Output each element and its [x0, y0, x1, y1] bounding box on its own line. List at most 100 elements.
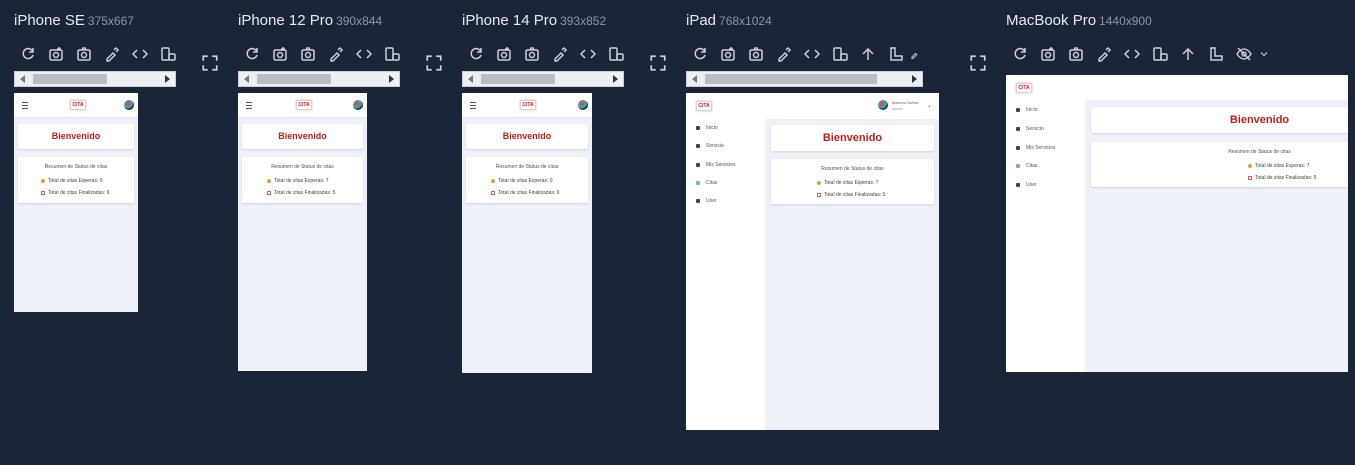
sidebar: CITA Inicio Servicio Mis Servicios Citas…: [1006, 75, 1085, 372]
horizontal-scrollbar[interactable]: [14, 71, 176, 87]
code-icon[interactable]: [574, 44, 602, 64]
arrow-up-icon[interactable]: [1174, 44, 1202, 64]
scroll-thumb[interactable]: [705, 74, 877, 84]
clock-icon: [817, 181, 821, 185]
avatar[interactable]: [124, 100, 134, 110]
scroll-thumb[interactable]: [257, 74, 331, 84]
menu-icon[interactable]: [246, 102, 252, 109]
welcome-card: Bienvenido: [466, 124, 588, 149]
scroll-right-icon[interactable]: [389, 75, 394, 83]
sidebar-item-user[interactable]: User: [1016, 182, 1037, 188]
device-title: MacBook Pro 1440x900: [1006, 12, 1152, 30]
sidebar-item-mis-servicios[interactable]: Mis Servicios: [696, 162, 735, 168]
chevron-down-icon[interactable]: ⌄: [927, 102, 932, 109]
fullscreen-icon[interactable]: [201, 54, 219, 72]
fullscreen-icon[interactable]: [425, 54, 443, 72]
horizontal-scrollbar[interactable]: [238, 71, 400, 87]
ruler-icon[interactable]: [1202, 44, 1230, 64]
sidebar-item-mis-servicios[interactable]: Mis Servicios: [1016, 145, 1055, 151]
scroll-right-icon[interactable]: [613, 75, 618, 83]
clock-icon: [491, 179, 495, 183]
eye-off-icon[interactable]: [1230, 44, 1258, 64]
reload-icon[interactable]: [686, 44, 714, 64]
fullscreen-icon[interactable]: [649, 54, 667, 72]
device-resolution: 390x844: [336, 14, 383, 28]
stat-done-label: Total de citas Finalizadas: 9: [498, 190, 560, 196]
rotate-icon[interactable]: [154, 44, 182, 64]
sidebar-item-user[interactable]: User: [696, 198, 717, 204]
reload-icon[interactable]: [462, 44, 490, 64]
horizontal-scrollbar[interactable]: [462, 71, 624, 87]
stat-done-label: Total de citas Finalizadas: 5: [824, 192, 886, 198]
camera-icon[interactable]: [1062, 44, 1090, 64]
scroll-left-icon[interactable]: [244, 75, 249, 83]
screenshot-device-icon[interactable]: [42, 44, 70, 64]
eyedropper-icon[interactable]: [910, 44, 920, 64]
sidebar-item-inicio[interactable]: Inicio: [1016, 107, 1038, 113]
reload-icon[interactable]: [238, 44, 266, 64]
sidebar-item-label: User: [1026, 182, 1037, 188]
screenshot-device-icon[interactable]: [490, 44, 518, 64]
rotate-icon[interactable]: [1146, 44, 1174, 64]
avatar[interactable]: [878, 100, 888, 110]
app-logo: CITA: [296, 100, 312, 110]
home-icon: [1016, 108, 1020, 112]
stat-pending: Total de citas Esperas: 7: [817, 180, 878, 186]
menu-icon[interactable]: [470, 102, 476, 109]
scroll-left-icon[interactable]: [468, 75, 473, 83]
camera-icon[interactable]: [294, 44, 322, 64]
chevron-down-icon[interactable]: [1258, 44, 1270, 64]
screenshot-device-icon[interactable]: [714, 44, 742, 64]
ruler-icon[interactable]: [882, 44, 910, 64]
menu-icon[interactable]: [22, 102, 28, 109]
scroll-thumb[interactable]: [33, 74, 107, 84]
stat-pending-label: Total de citas Esperas: 7: [824, 180, 879, 186]
device-name: iPhone SE: [14, 12, 85, 29]
camera-icon[interactable]: [518, 44, 546, 64]
reload-icon[interactable]: [14, 44, 42, 64]
avatar[interactable]: [353, 100, 363, 110]
scroll-right-icon[interactable]: [912, 75, 917, 83]
stat-pending-label: Total de citas Esperas: 7: [1255, 163, 1310, 169]
sidebar-item-citas[interactable]: Citas: [696, 180, 717, 186]
screenshot-device-icon[interactable]: [266, 44, 294, 64]
camera-icon[interactable]: [70, 44, 98, 64]
sidebar-item-label: Citas: [1026, 163, 1038, 169]
code-icon[interactable]: [350, 44, 378, 64]
scroll-left-icon[interactable]: [692, 75, 697, 83]
sidebar-item-inicio[interactable]: Inicio: [696, 125, 718, 131]
device-screen: CITA Bienvenido Resumen de Status de cit…: [462, 93, 592, 373]
code-icon[interactable]: [126, 44, 154, 64]
summary-title: Resumen de Status de citas: [495, 164, 559, 170]
screenshot-device-icon[interactable]: [1034, 44, 1062, 64]
eyedropper-icon[interactable]: [98, 44, 126, 64]
eyedropper-icon[interactable]: [770, 44, 798, 64]
rotate-icon[interactable]: [378, 44, 406, 64]
device-name: iPhone 14 Pro: [462, 12, 558, 29]
summary-card: Resumen de Status de citas Total de cita…: [18, 157, 134, 203]
reload-icon[interactable]: [1006, 44, 1034, 64]
rotate-icon[interactable]: [826, 44, 854, 64]
code-icon[interactable]: [1118, 44, 1146, 64]
fullscreen-icon[interactable]: [969, 54, 987, 72]
camera-icon[interactable]: [742, 44, 770, 64]
horizontal-scrollbar[interactable]: [686, 71, 923, 87]
scroll-left-icon[interactable]: [20, 75, 25, 83]
sidebar-item-servicio[interactable]: Servicio: [1016, 126, 1044, 132]
avatar[interactable]: [578, 100, 588, 110]
scroll-right-icon[interactable]: [165, 75, 170, 83]
scroll-thumb[interactable]: [481, 74, 555, 84]
eyedropper-icon[interactable]: [322, 44, 350, 64]
arrow-up-icon[interactable]: [854, 44, 882, 64]
home-icon: [696, 126, 700, 130]
summary-title: Resumen de Status de citas: [1228, 149, 1291, 155]
welcome-card: Bienvenido: [1091, 107, 1348, 133]
eyedropper-icon[interactable]: [546, 44, 574, 64]
calendar-icon: [817, 193, 821, 197]
device-name: iPad: [686, 12, 717, 29]
eyedropper-icon[interactable]: [1090, 44, 1118, 64]
rotate-icon[interactable]: [602, 44, 630, 64]
sidebar-item-citas[interactable]: Citas: [1016, 163, 1037, 169]
code-icon[interactable]: [798, 44, 826, 64]
sidebar-item-servicio[interactable]: Servicio: [696, 143, 724, 149]
